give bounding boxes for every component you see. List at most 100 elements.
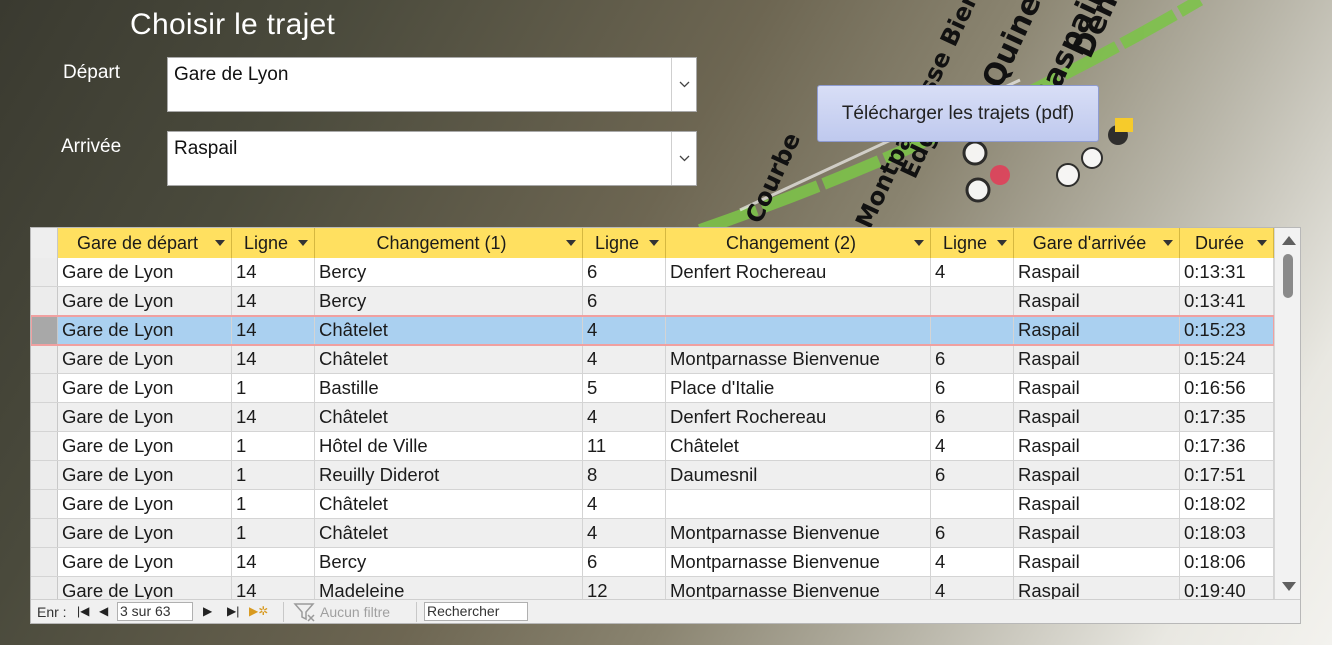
cell-ligne-1[interactable]: 1 [232, 461, 315, 489]
cell-ligne-1[interactable]: 1 [232, 490, 315, 518]
cell-gare-depart[interactable]: Gare de Lyon [58, 461, 232, 489]
cell-gare-arrivee[interactable]: Raspail [1014, 316, 1180, 344]
column-header-changement-2[interactable]: Changement (2) [666, 228, 931, 258]
cell-ligne-2[interactable]: 4 [583, 316, 666, 344]
cell-ligne-2[interactable]: 4 [583, 519, 666, 547]
sort-filter-arrow-icon[interactable] [1163, 240, 1173, 246]
cell-changement-2[interactable] [666, 316, 931, 344]
row-selector[interactable] [31, 345, 58, 373]
cell-ligne-3[interactable] [931, 490, 1014, 518]
cell-gare-depart[interactable]: Gare de Lyon [58, 287, 232, 315]
cell-changement-2[interactable]: Place d'Italie [666, 374, 931, 402]
cell-gare-depart[interactable]: Gare de Lyon [58, 519, 232, 547]
cell-ligne-2[interactable]: 8 [583, 461, 666, 489]
cell-gare-arrivee[interactable]: Raspail [1014, 461, 1180, 489]
arrivee-combobox[interactable]: Raspail [167, 131, 697, 186]
cell-ligne-3[interactable] [931, 316, 1014, 344]
cell-ligne-1[interactable]: 1 [232, 432, 315, 460]
cell-gare-arrivee[interactable]: Raspail [1014, 287, 1180, 315]
cell-ligne-2[interactable]: 11 [583, 432, 666, 460]
scroll-thumb[interactable] [1283, 254, 1293, 298]
cell-ligne-1[interactable]: 14 [232, 403, 315, 431]
cell-duree[interactable]: 0:13:31 [1180, 258, 1274, 286]
cell-ligne-3[interactable] [931, 287, 1014, 315]
cell-changement-1[interactable]: Bercy [315, 258, 583, 286]
sort-filter-arrow-icon[interactable] [215, 240, 225, 246]
table-row[interactable]: Gare de Lyon 1 Châtelet 4 Montparnasse Bienv… [31, 519, 1274, 548]
cell-ligne-3[interactable]: 4 [931, 432, 1014, 460]
sort-filter-arrow-icon[interactable] [566, 240, 576, 246]
cell-ligne-2[interactable]: 4 [583, 403, 666, 431]
cell-gare-arrivee[interactable]: Raspail [1014, 432, 1180, 460]
scroll-down-icon[interactable] [1282, 582, 1296, 591]
table-row[interactable]: Gare de Lyon 14 Châtelet 4 Raspail 0:15:23 [31, 315, 1275, 346]
cell-ligne-1[interactable]: 14 [232, 345, 315, 373]
cell-duree[interactable]: 0:18:06 [1180, 548, 1274, 576]
cell-gare-arrivee[interactable]: Raspail [1014, 519, 1180, 547]
cell-changement-1[interactable]: Reuilly Diderot [315, 461, 583, 489]
previous-record-icon[interactable]: ◀ [99, 603, 108, 619]
filter-status[interactable]: Aucun filtre [320, 604, 390, 620]
depart-value[interactable]: Gare de Lyon [174, 64, 288, 86]
depart-combobox[interactable]: Gare de Lyon [167, 57, 697, 112]
table-row[interactable]: Gare de Lyon 1 Bastille 5 Place d'Italie 6 Ras… [31, 374, 1274, 403]
sort-filter-arrow-icon[interactable] [997, 240, 1007, 246]
column-header-gare-arrivee[interactable]: Gare d'arrivée [1014, 228, 1180, 258]
cell-ligne-1[interactable]: 1 [232, 374, 315, 402]
row-selector[interactable] [31, 461, 58, 489]
cell-ligne-1[interactable]: 14 [232, 287, 315, 315]
cell-changement-1[interactable]: Hôtel de Ville [315, 432, 583, 460]
cell-duree[interactable]: 0:18:02 [1180, 490, 1274, 518]
table-row[interactable]: Gare de Lyon 1 Reuilly Diderot 8 Daumesnil 6 R… [31, 461, 1274, 490]
cell-ligne-2[interactable]: 4 [583, 490, 666, 518]
cell-changement-1[interactable]: Châtelet [315, 316, 583, 344]
arrivee-dropdown-button[interactable] [671, 132, 696, 185]
vertical-scrollbar[interactable] [1274, 228, 1300, 599]
table-row[interactable]: Gare de Lyon 14 Châtelet 4 Denfert Rochereau… [31, 403, 1274, 432]
cell-gare-depart[interactable]: Gare de Lyon [58, 316, 232, 344]
column-header-gare-depart[interactable]: Gare de départ [58, 228, 232, 258]
search-input[interactable]: Rechercher [424, 602, 528, 621]
cell-gare-arrivee[interactable]: Raspail [1014, 403, 1180, 431]
cell-ligne-3[interactable]: 6 [931, 519, 1014, 547]
cell-changement-1[interactable]: Châtelet [315, 345, 583, 373]
first-record-icon[interactable]: |◀ [77, 603, 89, 619]
cell-changement-2[interactable]: Montparnasse Bienvenue [666, 345, 931, 373]
table-row[interactable]: Gare de Lyon 14 Bercy 6 Montparnasse Bienven… [31, 548, 1274, 577]
cell-ligne-2[interactable]: 6 [583, 287, 666, 315]
download-pdf-button[interactable]: Télécharger les trajets (pdf) [817, 85, 1099, 142]
cell-changement-2[interactable] [666, 490, 931, 518]
cell-gare-depart[interactable]: Gare de Lyon [58, 374, 232, 402]
column-header-duree[interactable]: Durée [1180, 228, 1274, 258]
cell-changement-2[interactable] [666, 287, 931, 315]
scroll-up-icon[interactable] [1282, 236, 1296, 245]
cell-changement-1[interactable]: Bercy [315, 548, 583, 576]
column-header-ligne-1[interactable]: Ligne [232, 228, 315, 258]
cell-ligne-1[interactable]: 1 [232, 519, 315, 547]
sort-filter-arrow-icon[interactable] [1257, 240, 1267, 246]
cell-changement-2[interactable]: Daumesnil [666, 461, 931, 489]
cell-ligne-3[interactable]: 4 [931, 548, 1014, 576]
row-selector[interactable] [31, 519, 58, 547]
cell-ligne-3[interactable]: 6 [931, 461, 1014, 489]
cell-gare-depart[interactable]: Gare de Lyon [58, 345, 232, 373]
cell-changement-1[interactable]: Châtelet [315, 519, 583, 547]
row-selector[interactable] [31, 374, 58, 402]
cell-gare-depart[interactable]: Gare de Lyon [58, 258, 232, 286]
cell-changement-2[interactable]: Denfert Rochereau [666, 258, 931, 286]
cell-ligne-2[interactable]: 6 [583, 548, 666, 576]
cell-changement-1[interactable]: Châtelet [315, 403, 583, 431]
row-selector[interactable] [31, 548, 58, 576]
cell-gare-depart[interactable]: Gare de Lyon [58, 403, 232, 431]
new-record-icon[interactable]: ▶✲ [249, 603, 268, 619]
cell-gare-arrivee[interactable]: Raspail [1014, 345, 1180, 373]
cell-gare-arrivee[interactable]: Raspail [1014, 490, 1180, 518]
cell-ligne-3[interactable]: 6 [931, 345, 1014, 373]
column-header-ligne-3[interactable]: Ligne [931, 228, 1014, 258]
cell-duree[interactable]: 0:15:24 [1180, 345, 1274, 373]
column-header-changement-1[interactable]: Changement (1) [315, 228, 583, 258]
cell-duree[interactable]: 0:13:41 [1180, 287, 1274, 315]
cell-changement-2[interactable]: Montparnasse Bienvenue [666, 548, 931, 576]
cell-changement-1[interactable]: Bercy [315, 287, 583, 315]
select-all-corner[interactable] [31, 228, 58, 258]
